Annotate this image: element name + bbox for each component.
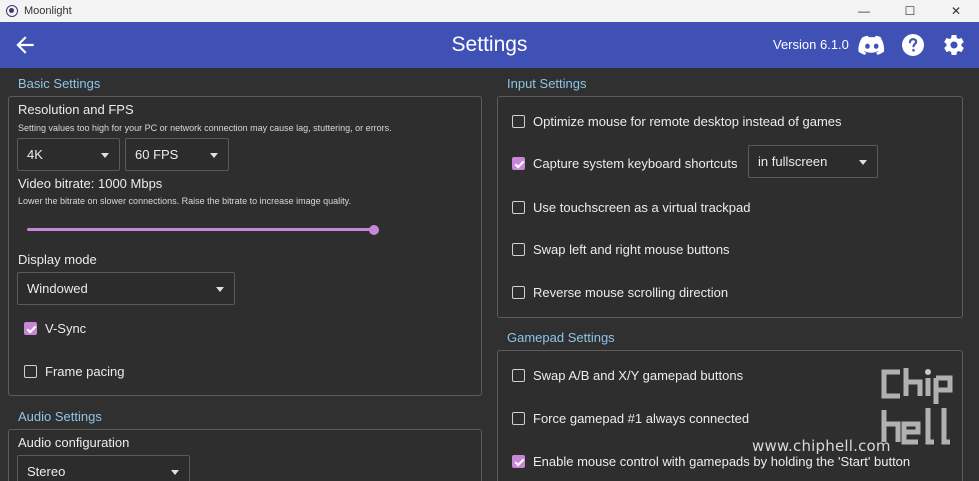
moonlight-logo-icon [6, 5, 18, 17]
chevron-down-icon [171, 470, 179, 475]
window-title-bar: Moonlight — ☐ ✕ [0, 0, 979, 22]
display-mode-select-value: Windowed [27, 281, 88, 296]
audio-config-select-value: Stereo [27, 464, 66, 479]
resolution-select-value: 4K [27, 147, 43, 162]
display-mode-title: Display mode [18, 252, 97, 267]
fps-select-value: 60 FPS [135, 147, 179, 162]
swap-ab-xy-checkbox[interactable] [512, 369, 525, 382]
capture-mode-select-value: in fullscreen [758, 154, 828, 169]
gamepad-mouse-control-label: Enable mouse control with gamepads by ho… [533, 454, 911, 469]
chiphell-watermark-logo [881, 368, 953, 445]
force-gamepad-checkbox-row[interactable]: Force gamepad #1 always connected [512, 411, 749, 426]
vsync-label: V-Sync [45, 321, 87, 336]
audio-settings-header: Audio Settings [18, 409, 102, 424]
bitrate-title: Video bitrate: 1000 Mbps [18, 176, 163, 191]
resolution-title: Resolution and FPS [18, 102, 134, 117]
display-mode-select[interactable]: Windowed [17, 272, 235, 305]
discord-icon[interactable] [858, 33, 886, 57]
optimize-mouse-checkbox-row[interactable]: Optimize mouse for remote desktop instea… [512, 114, 842, 129]
window-title: Moonlight [24, 5, 72, 17]
bitrate-hint: Lower the bitrate on slower connections.… [18, 196, 352, 206]
capture-shortcuts-checkbox[interactable] [512, 157, 525, 170]
bitrate-slider[interactable] [27, 228, 374, 231]
help-icon[interactable] [900, 33, 926, 57]
swap-mouse-buttons-checkbox[interactable] [512, 243, 525, 256]
gear-icon[interactable] [941, 33, 967, 57]
watermark-site-text: www.chiphell.com [752, 437, 891, 455]
resolution-hint: Setting values too high for your PC or n… [18, 123, 392, 133]
gamepad-mouse-control-checkbox-row[interactable]: Enable mouse control with gamepads by ho… [512, 454, 910, 469]
force-gamepad-label: Force gamepad #1 always connected [533, 411, 750, 426]
version-label: Version 6.1.0 [773, 37, 849, 52]
gamepad-mouse-control-checkbox[interactable] [512, 455, 525, 468]
force-gamepad-checkbox[interactable] [512, 412, 525, 425]
bitrate-slider-handle[interactable] [369, 225, 379, 235]
audio-config-title: Audio configuration [18, 435, 130, 450]
reverse-scrolling-checkbox-row[interactable]: Reverse mouse scrolling direction [512, 285, 728, 300]
touchscreen-trackpad-checkbox[interactable] [512, 201, 525, 214]
swap-ab-xy-label: Swap A/B and X/Y gamepad buttons [533, 368, 744, 383]
audio-config-select[interactable]: Stereo [17, 455, 190, 481]
chevron-down-icon [859, 160, 867, 165]
touchscreen-trackpad-label: Use touchscreen as a virtual trackpad [533, 200, 751, 215]
vsync-checkbox-row[interactable]: V-Sync [24, 321, 86, 336]
frame-pacing-checkbox[interactable] [24, 365, 37, 378]
capture-shortcuts-checkbox-row[interactable]: Capture system keyboard shortcuts [512, 156, 737, 171]
vsync-checkbox[interactable] [24, 322, 37, 335]
touchscreen-trackpad-checkbox-row[interactable]: Use touchscreen as a virtual trackpad [512, 200, 751, 215]
resolution-select[interactable]: 4K [17, 138, 120, 171]
app-toolbar: Settings Version 6.1.0 [0, 22, 979, 68]
maximize-button[interactable]: ☐ [887, 0, 933, 22]
window-controls: — ☐ ✕ [841, 0, 979, 22]
input-settings-header: Input Settings [507, 76, 587, 91]
optimize-mouse-checkbox[interactable] [512, 115, 525, 128]
optimize-mouse-label: Optimize mouse for remote desktop instea… [533, 114, 842, 129]
swap-mouse-buttons-label: Swap left and right mouse buttons [533, 242, 730, 257]
close-button[interactable]: ✕ [933, 0, 979, 22]
swap-mouse-buttons-checkbox-row[interactable]: Swap left and right mouse buttons [512, 242, 730, 257]
chevron-down-icon [216, 287, 224, 292]
capture-shortcuts-label: Capture system keyboard shortcuts [533, 156, 738, 171]
chevron-down-icon [101, 153, 109, 158]
gamepad-settings-header: Gamepad Settings [507, 330, 615, 345]
capture-mode-select[interactable]: in fullscreen [748, 145, 878, 178]
frame-pacing-label: Frame pacing [45, 364, 125, 379]
frame-pacing-checkbox-row[interactable]: Frame pacing [24, 364, 124, 379]
basic-settings-header: Basic Settings [18, 76, 101, 91]
chevron-down-icon [210, 153, 218, 158]
fps-select[interactable]: 60 FPS [125, 138, 229, 171]
reverse-scrolling-checkbox[interactable] [512, 286, 525, 299]
reverse-scrolling-label: Reverse mouse scrolling direction [533, 285, 729, 300]
swap-ab-xy-checkbox-row[interactable]: Swap A/B and X/Y gamepad buttons [512, 368, 743, 383]
minimize-button[interactable]: — [841, 0, 887, 22]
